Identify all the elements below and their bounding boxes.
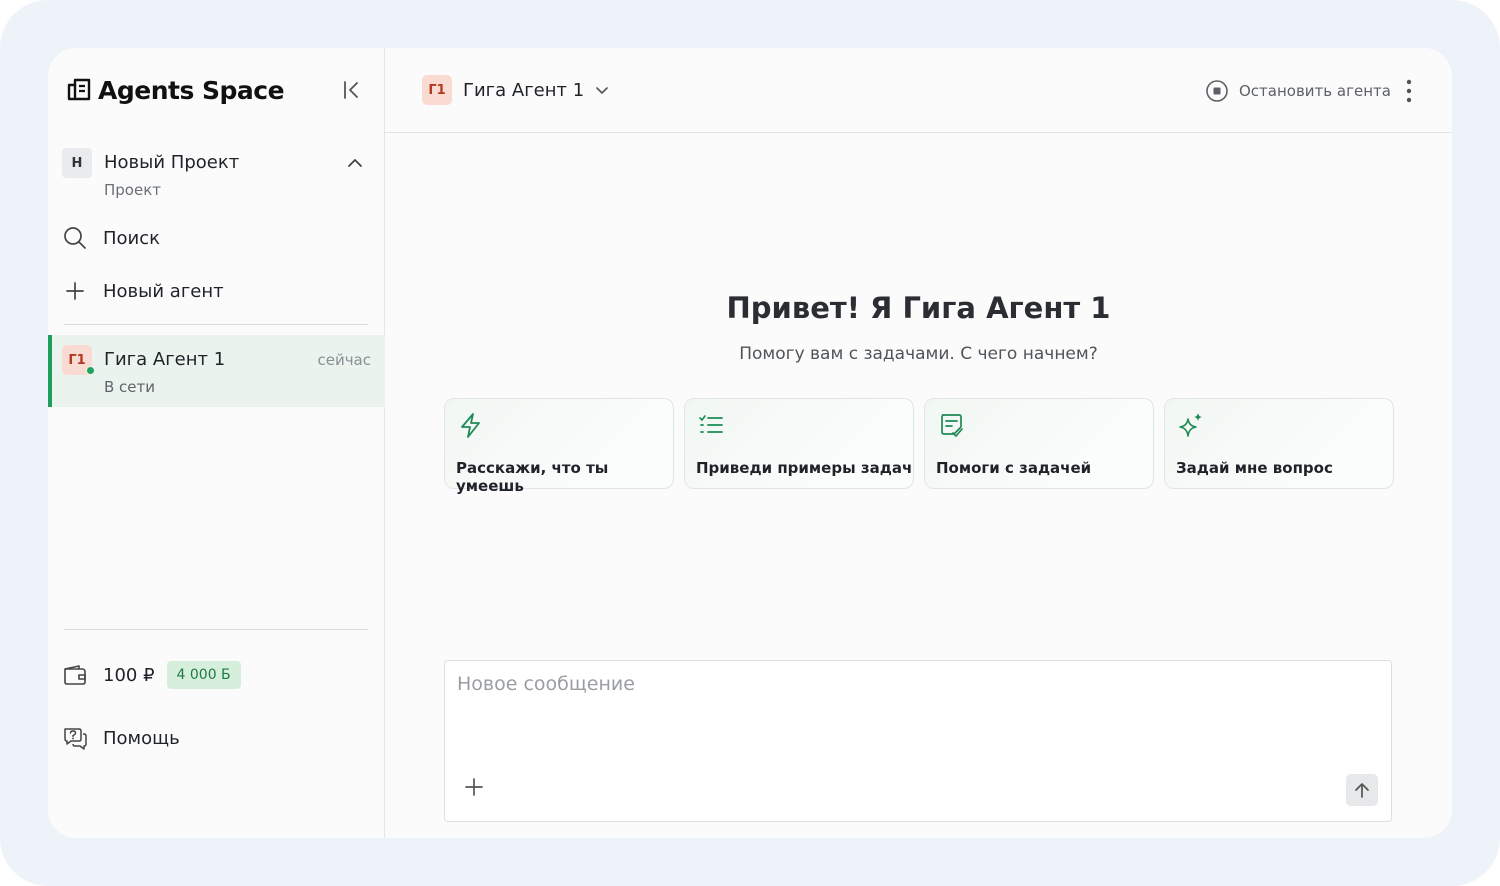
agent-name: Гига Агент 1 [104, 349, 226, 370]
balance-value: 100 ₽ [103, 664, 155, 686]
project-badge: Н [62, 148, 92, 178]
welcome-title: Привет! Я Гига Агент 1 [726, 291, 1111, 325]
checklist-icon [699, 415, 723, 433]
suggestion-card[interactable]: Расскажи, что ты умеешь [444, 398, 674, 495]
new-agent-button[interactable]: Новый агент [62, 273, 368, 309]
attach-plus-icon[interactable] [463, 776, 485, 798]
chevron-up-icon[interactable] [346, 154, 364, 172]
welcome-subtitle: Помогу вам с задачами. С чего начнем? [739, 344, 1098, 364]
help-label: Помощь [103, 727, 180, 749]
help-chat-icon [62, 725, 88, 751]
agent-timestamp: сейчас [317, 351, 371, 369]
online-indicator [86, 366, 95, 375]
stop-agent-label: Остановить агента [1239, 82, 1391, 100]
header-agent-name: Гига Агент 1 [463, 79, 585, 101]
search-button[interactable]: Поиск [62, 220, 368, 256]
tokens-badge: 4 000 Б [166, 661, 241, 689]
search-icon [62, 225, 88, 251]
search-label: Поиск [103, 227, 161, 249]
help-button[interactable]: Помощь [62, 720, 368, 756]
agent-list-item[interactable]: Г1 Гига Агент 1 В сети сейчас [48, 335, 385, 407]
arrow-up-icon [1355, 783, 1369, 798]
more-options-icon[interactable] [1399, 77, 1419, 105]
wallet-icon [62, 662, 88, 688]
stop-circle-icon [1206, 80, 1228, 102]
header-agent-avatar: Г1 [422, 75, 452, 105]
send-button[interactable] [1346, 774, 1378, 806]
balance-block[interactable]: 100 ₽ 4 000 Б [62, 660, 241, 690]
agent-status: В сети [104, 378, 156, 396]
suggestion-label: Приведи примеры задач [696, 459, 913, 477]
suggestion-label: Задай мне вопрос [1176, 459, 1333, 477]
project-subtitle: Проект [104, 181, 162, 199]
divider [64, 324, 368, 325]
app-title: Agents Space [98, 75, 285, 105]
suggestion-label: Помоги с задачей [936, 459, 1092, 477]
message-composer [444, 660, 1392, 822]
project-switcher[interactable]: Н Новый Проект Проект [62, 148, 368, 204]
chat-main: Г1 Гига Агент 1 Остановить агента Привет… [385, 48, 1452, 838]
chat-header: Г1 Гига Агент 1 Остановить агента [385, 48, 1452, 133]
task-note-icon [941, 414, 963, 437]
divider [64, 629, 368, 630]
stop-agent-button[interactable]: Остановить агента [1205, 78, 1391, 104]
suggestion-card[interactable]: Помоги с задачей [924, 398, 1154, 489]
message-input[interactable] [457, 673, 1357, 733]
sidebar: Agents Space Н Новый Проект Проект Поиск… [48, 48, 385, 838]
suggestion-card[interactable]: Задай мне вопрос [1164, 398, 1394, 489]
collapse-sidebar-icon[interactable] [341, 79, 363, 101]
plus-icon [62, 278, 88, 304]
app-window: Agents Space Н Новый Проект Проект Поиск… [48, 48, 1452, 838]
suggestion-label: Расскажи, что ты умеешь [456, 459, 609, 495]
lightning-icon [461, 413, 480, 438]
chevron-down-icon [596, 87, 608, 94]
logo-icon [67, 78, 91, 101]
app-frame: Agents Space Н Новый Проект Проект Поиск… [0, 0, 1500, 886]
sparkles-icon [1179, 413, 1202, 437]
suggestion-card[interactable]: Приведи примеры задач [684, 398, 914, 489]
logo[interactable]: Agents Space [66, 74, 285, 106]
project-name: Новый Проект [104, 152, 240, 173]
suggestion-cards: Расскажи, что ты умеешь Приведи примеры … [444, 398, 1394, 495]
agent-selector[interactable]: Г1 Гига Агент 1 [422, 75, 610, 105]
new-agent-label: Новый агент [103, 280, 224, 302]
